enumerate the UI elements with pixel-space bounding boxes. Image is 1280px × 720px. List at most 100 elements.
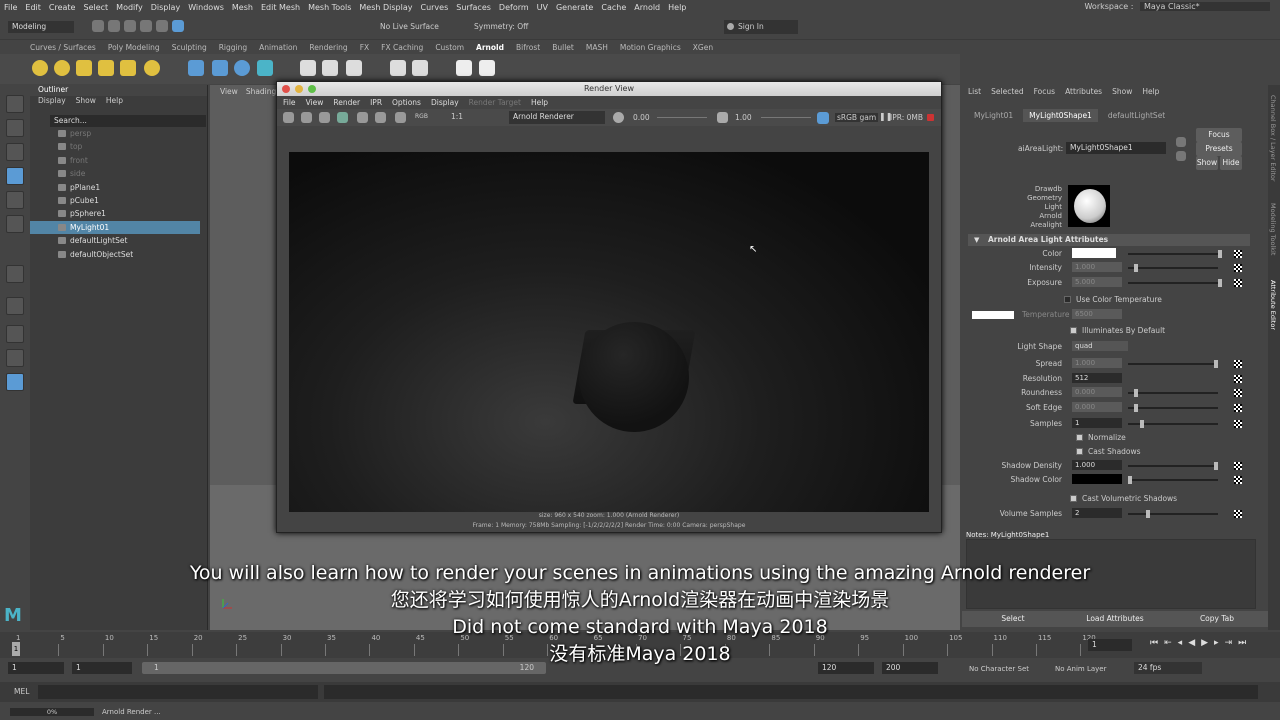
play-icon[interactable] — [479, 60, 495, 76]
snapshot-icon[interactable] — [319, 112, 330, 123]
redo-icon[interactable] — [156, 20, 168, 32]
map-button-icon[interactable] — [1234, 420, 1242, 428]
shadow-color-swatch[interactable] — [1072, 474, 1122, 484]
menu-generate[interactable]: Generate — [556, 3, 593, 12]
load-attributes-button[interactable]: Load Attributes — [1064, 611, 1166, 627]
hide-button[interactable]: Hide — [1220, 156, 1242, 170]
go-to-start-icon[interactable]: ⏮ — [1150, 638, 1158, 648]
curve-collector-icon[interactable] — [234, 60, 250, 76]
exposure-slider[interactable] — [657, 117, 707, 118]
checkbox[interactable] — [1070, 327, 1077, 334]
colorspace-value[interactable]: sRGB gam — [835, 113, 879, 122]
keep-image-icon[interactable] — [357, 112, 368, 123]
outliner-search[interactable]: Search... — [50, 115, 206, 127]
rv-menu-display[interactable]: Display — [431, 98, 459, 107]
current-frame-marker[interactable]: 1 — [12, 642, 20, 656]
outliner-item[interactable]: pPlane1 — [30, 181, 200, 194]
shelf-tab-bifrost[interactable]: Bifrost — [516, 43, 540, 52]
rv-menu-render[interactable]: Render — [333, 98, 360, 107]
attr-value-field[interactable]: 1.000 — [1072, 262, 1122, 272]
menu-cache[interactable]: Cache — [601, 3, 626, 12]
rendered-image[interactable]: ↖ — [289, 152, 929, 512]
sign-in-button[interactable]: Sign In — [724, 20, 798, 34]
slider-knob[interactable] — [1134, 264, 1138, 272]
display-rgb-icon[interactable] — [395, 112, 406, 123]
menu-file[interactable]: File — [4, 3, 17, 12]
scale-tool-icon[interactable] — [6, 215, 24, 233]
play-backwards-icon[interactable]: ◀ — [1188, 638, 1195, 648]
anim-layer[interactable]: No Anim Layer — [1055, 665, 1106, 673]
minimize-window-icon[interactable] — [295, 85, 303, 93]
slider-knob[interactable] — [1218, 250, 1222, 258]
rv-menu-options[interactable]: Options — [392, 98, 421, 107]
focus-button[interactable]: Focus — [1196, 128, 1242, 142]
move-tool-icon[interactable] — [6, 167, 24, 185]
ae-menu-focus[interactable]: Focus — [1034, 87, 1055, 96]
flush-cache-icon[interactable] — [390, 60, 406, 76]
ae-tab[interactable]: MyLight01 — [968, 109, 1019, 122]
map-button-icon[interactable] — [1234, 279, 1242, 287]
attr-value-field[interactable]: 5.000 — [1072, 277, 1122, 287]
undo-icon[interactable] — [140, 20, 152, 32]
shelf-tab-arnold[interactable]: Arnold — [476, 43, 504, 52]
checkbox[interactable] — [1076, 448, 1083, 455]
volume-icon[interactable] — [188, 60, 204, 76]
attr-value-field[interactable]: 0.000 — [1072, 387, 1122, 397]
outliner-item[interactable]: pCube1 — [30, 194, 200, 207]
attr-slider[interactable] — [1128, 250, 1222, 258]
menu-mesh-display[interactable]: Mesh Display — [359, 3, 412, 12]
ae-menu-list[interactable]: List — [968, 87, 981, 96]
portal-light-icon[interactable] — [120, 60, 136, 76]
physical-sky-icon[interactable] — [144, 60, 160, 76]
area-light-icon[interactable] — [32, 60, 48, 76]
presets-button[interactable]: Presets — [1196, 142, 1242, 156]
shelf-tab-rigging[interactable]: Rigging — [219, 43, 247, 52]
map-button-icon[interactable] — [1234, 250, 1242, 258]
menu-display[interactable]: Display — [151, 3, 181, 12]
input-connection-icon[interactable] — [1176, 137, 1186, 147]
render-icon[interactable] — [322, 60, 338, 76]
skydome-light-icon[interactable] — [98, 60, 114, 76]
attr-slider[interactable] — [1128, 279, 1222, 287]
slider-knob[interactable] — [1140, 420, 1144, 428]
close-window-icon[interactable] — [282, 85, 290, 93]
shelf-tab-poly-modeling[interactable]: Poly Modeling — [108, 43, 160, 52]
modeling-toolkit-tab[interactable]: Modeling Toolkit — [1269, 203, 1277, 255]
map-button-icon[interactable] — [1234, 510, 1242, 518]
attr-value-field[interactable]: 1.000 — [1072, 460, 1122, 470]
light-shape-dropdown[interactable]: quad — [1072, 341, 1128, 351]
menu-curves[interactable]: Curves — [420, 3, 448, 12]
renderer-dropdown[interactable]: Arnold Renderer — [509, 111, 605, 124]
map-button-icon[interactable] — [1234, 476, 1242, 484]
mel-label[interactable]: MEL — [14, 687, 29, 696]
attr-slider[interactable] — [1128, 264, 1218, 272]
section-header[interactable]: ▼ Arnold Area Light Attributes — [968, 234, 1250, 246]
viewport-menu-shading[interactable]: Shading — [246, 87, 276, 96]
map-button-icon[interactable] — [1234, 375, 1242, 383]
map-button-icon[interactable] — [1234, 264, 1242, 272]
attr-slider[interactable] — [1128, 510, 1218, 518]
checkbox-row[interactable]: Cast Shadows — [1076, 446, 1276, 458]
rv-menu-render-target[interactable]: Render Target — [469, 98, 521, 107]
go-to-end-icon[interactable]: ⏭ — [1238, 638, 1246, 648]
new-scene-icon[interactable] — [92, 20, 104, 32]
outliner-menu-help[interactable]: Help — [106, 96, 123, 108]
checkbox-row[interactable]: Illuminates By Default — [1070, 325, 1270, 337]
shelf-tab-curves-surfaces[interactable]: Curves / Surfaces — [30, 43, 96, 52]
show-button[interactable]: Show — [1196, 156, 1218, 170]
range-slider[interactable]: 1 120 — [142, 662, 546, 674]
ae-menu-show[interactable]: Show — [1112, 87, 1132, 96]
map-button-icon[interactable] — [1234, 360, 1242, 368]
current-frame-field[interactable]: 1 — [1088, 639, 1132, 651]
menu-select[interactable]: Select — [83, 3, 108, 12]
export-icon[interactable] — [257, 60, 273, 76]
step-back-icon[interactable]: ◂ — [1178, 638, 1183, 648]
ipr-icon[interactable] — [346, 60, 362, 76]
shelf-tab-rendering[interactable]: Rendering — [309, 43, 347, 52]
select-by-hierarchy-icon[interactable] — [172, 20, 184, 32]
playback-end-field[interactable]: 120 — [818, 662, 874, 674]
paint-select-icon[interactable] — [6, 143, 24, 161]
shelf-tab-motion-graphics[interactable]: Motion Graphics — [620, 43, 681, 52]
attr-slider[interactable] — [1128, 360, 1218, 368]
slider-knob[interactable] — [1134, 404, 1138, 412]
